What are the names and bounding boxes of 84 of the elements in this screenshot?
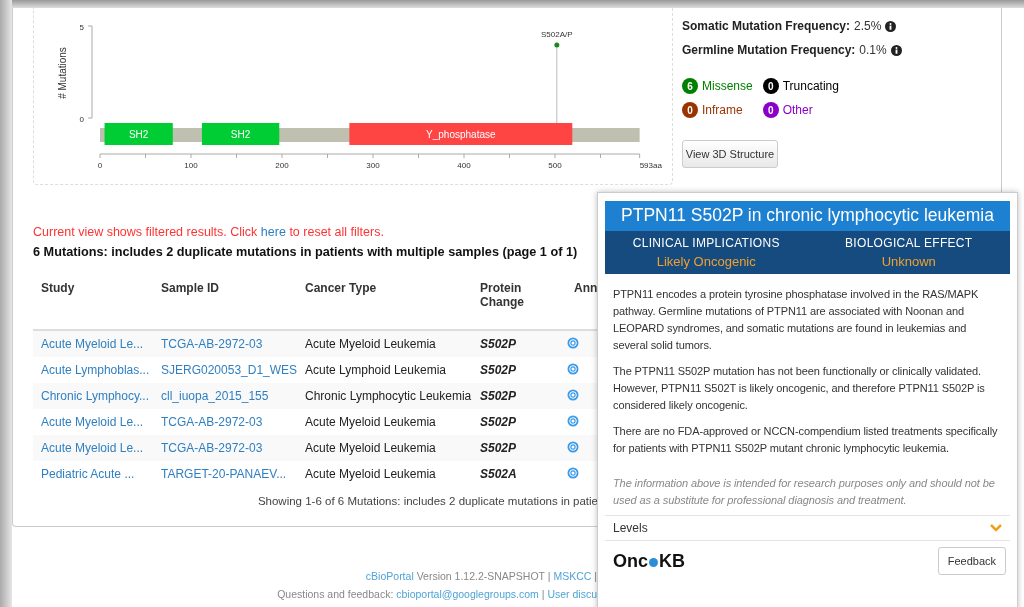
oncokb-icon[interactable] (567, 466, 579, 479)
table-link[interactable]: Acute Myeloid Le... (33, 409, 153, 435)
frequency-value: 2.5% (854, 19, 882, 33)
oncokb-icon[interactable] (567, 440, 579, 453)
footer-link[interactable]: User discu (547, 588, 597, 600)
protein-domain: Y_phosphatase (349, 123, 573, 145)
footer-link[interactable]: MSKCC (553, 570, 592, 582)
footer-text: Version 1.12.2-SNAPSHOT | (416, 570, 551, 582)
section-value: Unknown (881, 254, 936, 270)
levels-toggle[interactable]: Levels (613, 521, 648, 535)
table-summary: Showing 1-6 of 6 Mutations: includes 2 duplicate mutations in patie (256, 495, 598, 507)
description-paragraph: PTPN11 encodes a protein tyrosine phosphatase involved in the RAS/MAPK pathway. Germline mutations of PTPN11 are associated with Noonan and LEOPARD syndromes, and somatic mutations are found in leukemias and several solid tumors. (613, 287, 980, 353)
table-link[interactable]: TCGA-AB-2972-03 (153, 435, 297, 461)
table-title: 6 Mutations: includes 2 duplicate mutations in patients with multiple samples (page 1 of 1) (33, 245, 579, 259)
lollipop-head (554, 42, 560, 48)
table-link[interactable]: TCGA-AB-2972-03 (153, 330, 297, 357)
count-badge: 6 (682, 78, 698, 94)
tick-label: 0 (79, 115, 84, 124)
feedback-button[interactable]: Feedback (937, 547, 1006, 575)
tick-label: 100 (184, 161, 198, 170)
table-link[interactable]: Chronic Lymphocy... (33, 383, 153, 409)
protein-domain: SH2 (201, 123, 280, 145)
count-badge: 0 (682, 102, 698, 118)
reset-link[interactable]: here (260, 225, 286, 239)
footer-text: Questions and feedback: (277, 588, 394, 600)
table-cell: Acute Myeloid Leukemia (297, 409, 472, 435)
footer-link[interactable]: cbioportal@googlegroups.com (396, 588, 539, 600)
disclaimer: The information above is intended for research purposes only and should not be used as a substitute for professional diagnosis and treatment. (612, 476, 996, 508)
view-3d-button[interactable]: View 3D Structure (682, 140, 778, 168)
frequency-value: 0.1% (859, 43, 887, 57)
tick-label: 300 (366, 161, 380, 170)
info-icon[interactable] (885, 20, 897, 32)
table-cell: S502P (472, 383, 566, 409)
mutation-type-label[interactable]: Inframe (702, 103, 743, 117)
table-cell: S502P (472, 357, 566, 383)
oncokb-icon[interactable] (567, 388, 579, 401)
tick-label: 400 (457, 161, 471, 170)
tick-label: 0 (97, 161, 103, 170)
table-link[interactable]: Acute Myeloid Le... (33, 330, 153, 357)
chevron-icon[interactable] (990, 524, 1002, 532)
oncokb-icon[interactable] (567, 336, 579, 349)
frequency-label: Somatic Mutation Frequency: (682, 19, 851, 33)
table-link[interactable]: Acute Myeloid Le... (33, 435, 153, 461)
table-cell: Acute Lymphoid Leukemia (297, 357, 472, 383)
table-link[interactable]: cll_iuopa_2015_155 (153, 383, 297, 409)
tick-label: 500 (548, 161, 562, 170)
mutation-label: S502A/P (541, 30, 573, 39)
table-cell: Chronic Lymphocytic Leukemia (297, 383, 472, 409)
count-badge: 0 (762, 78, 779, 94)
oncokb-icon[interactable] (567, 414, 579, 427)
table-link[interactable]: Pediatric Acute ... (33, 461, 153, 487)
table-cell: S502P (472, 435, 566, 461)
oncokb-logo: Onc KB (613, 550, 685, 572)
table-link[interactable]: TCGA-AB-2972-03 (153, 409, 297, 435)
table-cell: S502P (472, 409, 566, 435)
description-paragraph: The PTPN11 S502P mutation has not been functionally or clinically validated. However, PTPN11 S502T is likely oncogenic, and therefore PTPN11 S502P is considered likely oncogenic. (613, 364, 986, 413)
footer-text: | (541, 588, 545, 600)
mutation-type-label[interactable]: Truncating (782, 79, 839, 93)
description-paragraph: There are no FDA-approved or NCCN-compendium listed treatments specifically for patients with PTPN11 S502P mutant chronic lymphocytic leukemia. (613, 424, 999, 456)
card-title: PTPN11 S502P in chronic lymphocytic leukemia (605, 201, 1010, 231)
info-icon[interactable] (890, 44, 902, 56)
oncokb-icon[interactable] (567, 362, 579, 375)
table-link[interactable]: TARGET-20-PANAEV... (153, 461, 297, 487)
table-cell: Acute Myeloid Leukemia (297, 330, 472, 357)
footer-text: | (594, 570, 597, 582)
tick-label: 593aa (639, 161, 662, 170)
table-cell: S502P (472, 330, 566, 357)
axis-label: # Mutations (57, 47, 68, 99)
mutation-type-label[interactable]: Missense (702, 79, 753, 93)
count-badge: 0 (762, 102, 779, 118)
protein-domain: SH2 (104, 123, 173, 145)
section-heading: BIOLOGICAL EFFECT (845, 235, 973, 251)
table-link[interactable]: SJERG020053_D1_WES (153, 357, 297, 383)
table-cell: S502A (472, 461, 566, 487)
tick-label: 200 (275, 161, 289, 170)
table-cell: Acute Myeloid Leukemia (297, 435, 472, 461)
footer-link[interactable]: cBioPortal (365, 570, 414, 582)
tick-label: 5 (79, 23, 84, 32)
section-heading: CLINICAL IMPLICATIONS (632, 235, 780, 251)
mutation-type-label[interactable]: Other (782, 103, 813, 117)
table-link[interactable]: Acute Lymphoblas... (33, 357, 153, 383)
frequency-label: Germline Mutation Frequency: (682, 43, 856, 57)
section-value: Likely Oncogenic (656, 254, 756, 270)
table-cell: Acute Myeloid Leukemia (297, 461, 472, 487)
